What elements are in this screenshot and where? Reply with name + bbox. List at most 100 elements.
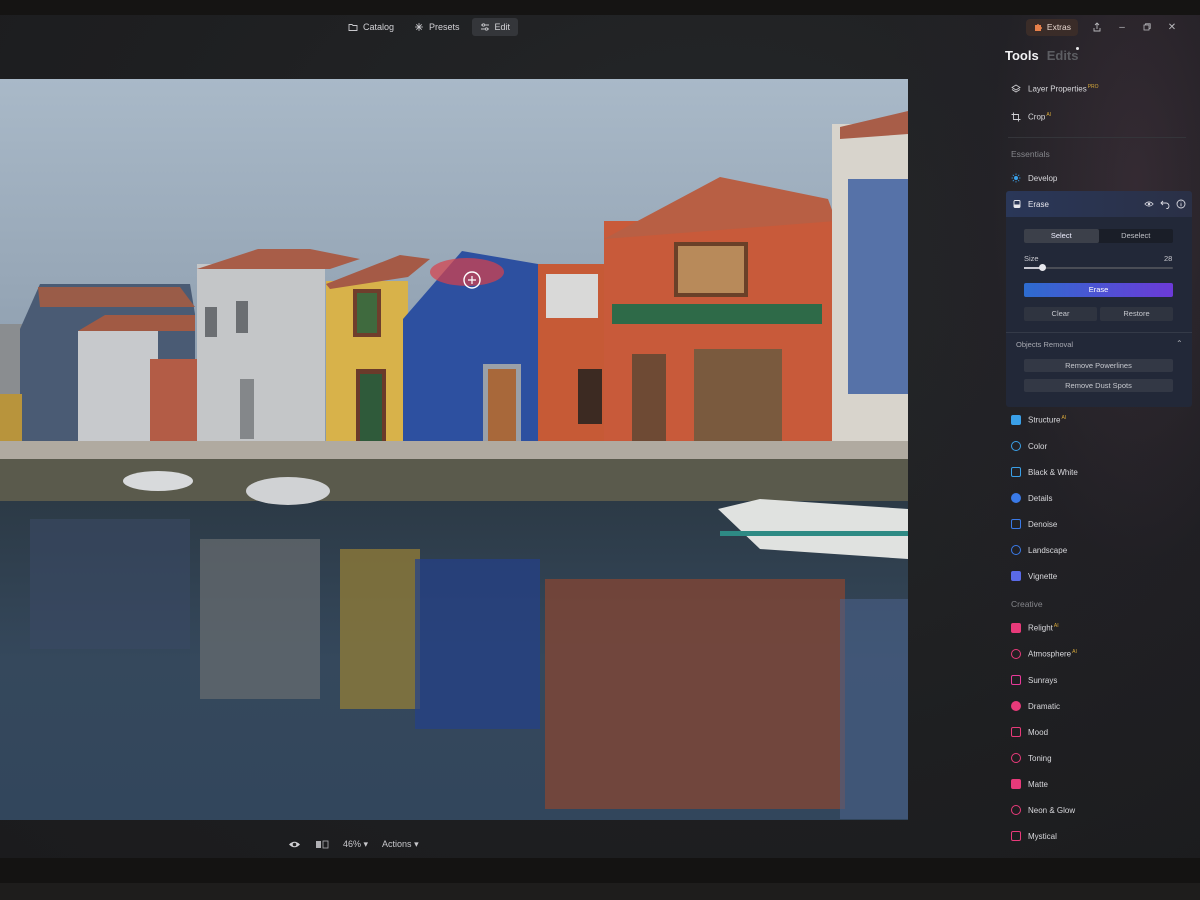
tab-catalog[interactable]: Catalog <box>340 18 402 36</box>
remove-dust-spots-button[interactable]: Remove Dust Spots <box>1024 379 1173 392</box>
relight-icon <box>1011 623 1021 633</box>
info-icon[interactable] <box>1176 199 1186 209</box>
visibility-eye-icon[interactable] <box>1144 199 1154 209</box>
tool-color[interactable]: Color <box>1011 439 1047 453</box>
tab-edit[interactable]: Edit <box>471 18 519 36</box>
eye-icon[interactable] <box>288 840 301 849</box>
section-creative: Creative <box>1011 599 1043 609</box>
objects-removal-title[interactable]: Objects Removal <box>1016 340 1073 349</box>
tool-label: Mood <box>1028 727 1049 737</box>
tool-matte[interactable]: Matte <box>1011 777 1048 791</box>
app-window: Catalog Presets Edit Extras – ✕ 46% ▾ Ac… <box>0 15 1200 858</box>
chevron-up-icon[interactable]: ⌃ <box>1176 339 1183 348</box>
tool-mood[interactable]: Mood <box>1011 725 1048 739</box>
tool-develop[interactable]: Develop <box>1011 171 1057 185</box>
tool-relight[interactable]: RelightAI <box>1011 621 1059 635</box>
erase-header[interactable]: Erase <box>1006 191 1192 217</box>
matte-icon <box>1011 779 1021 789</box>
ai-badge: AI <box>1061 415 1067 422</box>
deselect-mode-button[interactable]: Deselect <box>1099 229 1174 243</box>
tool-atmosphere[interactable]: AtmosphereAI <box>1011 647 1077 661</box>
tool-label: Mystical <box>1028 831 1057 841</box>
tab-edits[interactable]: Edits <box>1047 48 1079 63</box>
tool-black-white[interactable]: Black & White <box>1011 465 1078 479</box>
tool-label: Vignette <box>1028 571 1058 581</box>
tool-label: Details <box>1028 493 1053 503</box>
tool-label: Layer Properties <box>1028 84 1087 94</box>
tool-label: Color <box>1028 441 1048 451</box>
neon-glow-icon <box>1011 805 1021 815</box>
landscape-icon <box>1011 545 1021 555</box>
details-grid-icon <box>1011 493 1021 503</box>
tool-structure[interactable]: StructureAI <box>1011 413 1066 427</box>
tool-label: Relight <box>1028 623 1053 633</box>
tool-mystical[interactable]: Mystical <box>1011 829 1057 843</box>
edits-indicator-dot <box>1076 47 1079 50</box>
tool-label: Toning <box>1028 753 1052 763</box>
pro-badge: PRO <box>1087 84 1099 91</box>
crop-icon <box>1011 112 1021 122</box>
size-value: 28 <box>1164 254 1173 263</box>
zoom-value: 46% <box>343 838 362 849</box>
photo-canvas[interactable] <box>0 79 908 820</box>
layers-icon <box>1011 84 1021 93</box>
erase-mask-stroke <box>430 258 504 286</box>
tool-layer-properties[interactable]: Layer PropertiesPRO <box>1011 82 1099 96</box>
remove-powerlines-button[interactable]: Remove Powerlines <box>1024 359 1173 372</box>
tool-vignette[interactable]: Vignette <box>1011 569 1057 583</box>
toning-icon <box>1011 753 1021 763</box>
tool-label: Dramatic <box>1028 701 1061 711</box>
tool-label: Landscape <box>1028 545 1068 555</box>
tab-presets-label: Presets <box>429 22 460 32</box>
clear-button[interactable]: Clear <box>1024 307 1097 321</box>
reset-undo-icon[interactable] <box>1160 199 1170 209</box>
ai-badge: AI <box>1053 623 1059 630</box>
eraser-icon <box>1013 200 1021 208</box>
tool-crop[interactable]: CropAI <box>1011 110 1051 124</box>
zoom-level[interactable]: 46% ▾ <box>343 839 368 850</box>
sun-icon <box>1011 173 1021 183</box>
size-slider-handle[interactable] <box>1038 264 1046 271</box>
tool-sunrays[interactable]: Sunrays <box>1011 673 1057 687</box>
tool-label: Denoise <box>1028 519 1058 529</box>
structure-icon <box>1011 415 1021 425</box>
color-circles-icon <box>1011 441 1021 451</box>
sparkle-icon <box>415 23 424 31</box>
top-nav: Catalog Presets Edit <box>340 18 519 38</box>
panel-tabs: Tools Edits <box>1005 48 1079 63</box>
actions-menu[interactable]: Actions ▾ <box>382 839 419 850</box>
ai-badge: AI <box>1072 649 1077 656</box>
tool-toning[interactable]: Toning <box>1011 751 1052 765</box>
vignette-icon <box>1011 571 1021 581</box>
tool-neon-glow[interactable]: Neon & Glow <box>1011 803 1075 817</box>
size-label: Size <box>1024 254 1039 263</box>
compare-icon[interactable] <box>315 840 329 849</box>
screen-bottom-edge <box>0 858 1200 900</box>
erase-title: Erase <box>1028 199 1049 209</box>
canvas-bottom-bar: 46% ▾ Actions ▾ <box>288 836 419 852</box>
sliders-icon <box>480 23 489 31</box>
ai-badge: AI <box>1046 112 1052 119</box>
tool-label: Structure <box>1028 415 1061 425</box>
tab-presets[interactable]: Presets <box>406 18 468 36</box>
atmosphere-icon <box>1011 649 1021 659</box>
erase-tool-card: Erase Select Deselect Size 28 Erase Clea… <box>1006 191 1192 407</box>
tab-catalog-label: Catalog <box>363 22 395 32</box>
tool-dramatic[interactable]: Dramatic <box>1011 699 1060 713</box>
size-slider[interactable] <box>1024 264 1173 271</box>
tool-label: Develop <box>1028 173 1058 183</box>
select-mode-button[interactable]: Select <box>1024 229 1099 243</box>
sunrays-icon <box>1011 675 1021 685</box>
tool-denoise[interactable]: Denoise <box>1011 517 1057 531</box>
black-white-icon <box>1011 467 1021 477</box>
tool-label: Black & White <box>1028 467 1078 477</box>
erase-mode-toggle: Select Deselect <box>1024 229 1173 243</box>
tool-landscape[interactable]: Landscape <box>1011 543 1067 557</box>
tab-tools[interactable]: Tools <box>1005 48 1039 63</box>
folder-icon <box>348 24 358 31</box>
erase-button[interactable]: Erase <box>1024 283 1173 297</box>
tool-label: Sunrays <box>1028 675 1058 685</box>
tool-details[interactable]: Details <box>1011 491 1052 505</box>
restore-button[interactable]: Restore <box>1100 307 1173 321</box>
tool-label: Neon & Glow <box>1028 805 1076 815</box>
